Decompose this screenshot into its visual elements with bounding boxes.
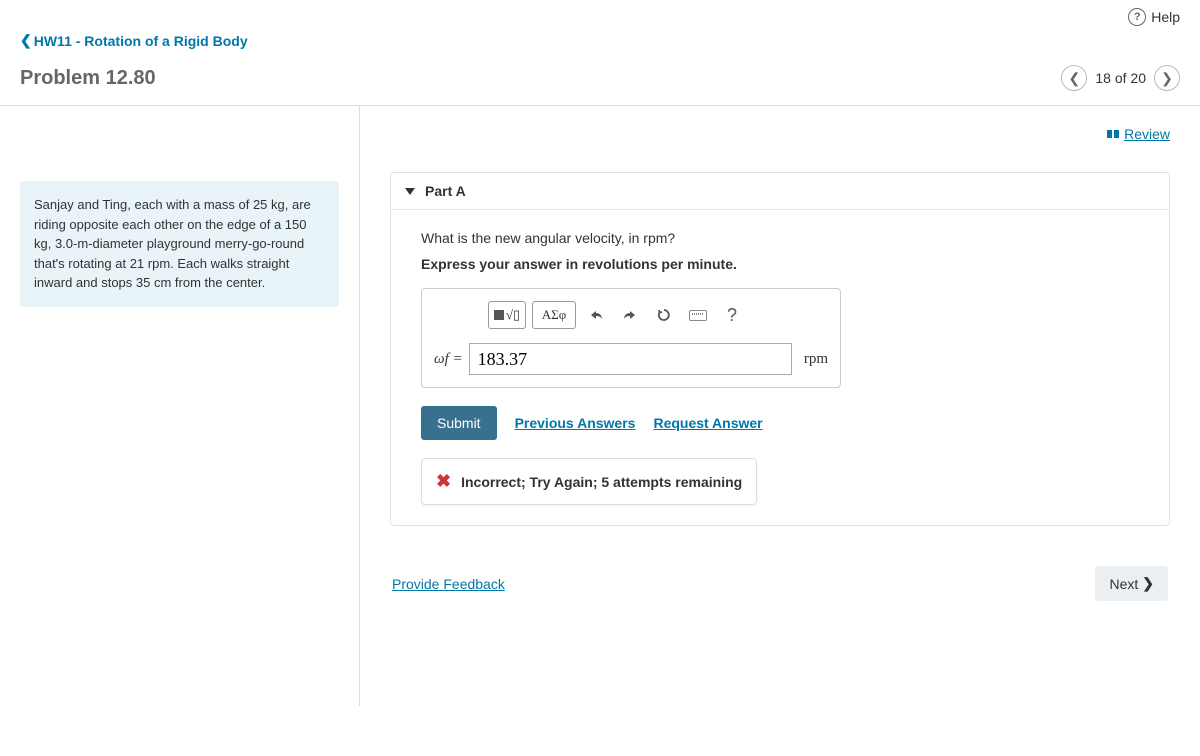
chevron-left-icon: ❮ bbox=[20, 32, 32, 49]
part-title: Part A bbox=[425, 183, 466, 199]
reset-button[interactable] bbox=[650, 301, 678, 329]
incorrect-icon: ✖ bbox=[436, 471, 451, 492]
redo-icon bbox=[622, 308, 638, 322]
problem-statement: Sanjay and Ting, each with a mass of 25 … bbox=[20, 181, 339, 307]
review-label: Review bbox=[1124, 126, 1170, 142]
reset-icon bbox=[656, 307, 672, 323]
answer-box: √▯ ΑΣφ bbox=[421, 288, 841, 388]
help-icon: ? bbox=[1128, 8, 1146, 26]
keyboard-button[interactable] bbox=[684, 301, 712, 329]
chevron-right-icon: ❯ bbox=[1142, 575, 1154, 592]
variable-label: ωf = bbox=[434, 351, 463, 368]
breadcrumb-label: HW11 - Rotation of a Rigid Body bbox=[34, 33, 248, 49]
sqrt-icon: √▯ bbox=[506, 307, 520, 323]
redo-button[interactable] bbox=[616, 301, 644, 329]
review-icon bbox=[1107, 130, 1119, 138]
answer-input[interactable] bbox=[469, 343, 792, 375]
next-button[interactable]: Next ❯ bbox=[1095, 566, 1168, 601]
undo-icon bbox=[588, 308, 604, 322]
greek-tool-button[interactable]: ΑΣφ bbox=[532, 301, 576, 329]
next-page-button[interactable]: ❯ bbox=[1154, 65, 1180, 91]
toolbar-help-button[interactable]: ? bbox=[718, 301, 746, 329]
page-nav: ❮ 18 of 20 ❯ bbox=[1061, 65, 1180, 91]
part-a-container: Part A What is the new angular velocity,… bbox=[390, 172, 1170, 526]
part-header[interactable]: Part A bbox=[391, 173, 1169, 210]
previous-answers-link[interactable]: Previous Answers bbox=[515, 415, 636, 431]
submit-button[interactable]: Submit bbox=[421, 406, 497, 440]
feedback-message: ✖ Incorrect; Try Again; 5 attempts remai… bbox=[421, 458, 757, 505]
help-label: Help bbox=[1151, 9, 1180, 25]
review-link[interactable]: Review bbox=[1107, 126, 1170, 142]
next-label: Next bbox=[1109, 576, 1138, 592]
request-answer-link[interactable]: Request Answer bbox=[653, 415, 762, 431]
collapse-icon bbox=[405, 188, 415, 195]
undo-button[interactable] bbox=[582, 301, 610, 329]
breadcrumb[interactable]: ❮ HW11 - Rotation of a Rigid Body bbox=[20, 32, 1180, 49]
equation-toolbar: √▯ ΑΣφ bbox=[434, 301, 828, 329]
prev-page-button[interactable]: ❮ bbox=[1061, 65, 1087, 91]
rect-icon bbox=[494, 310, 504, 320]
feedback-text: Incorrect; Try Again; 5 attempts remaini… bbox=[461, 474, 742, 490]
instruction-text: Express your answer in revolutions per m… bbox=[421, 256, 1139, 272]
provide-feedback-link[interactable]: Provide Feedback bbox=[392, 576, 505, 592]
keyboard-icon bbox=[689, 310, 707, 321]
template-tool-button[interactable]: √▯ bbox=[488, 301, 526, 329]
page-indicator: 18 of 20 bbox=[1095, 70, 1146, 86]
question-text: What is the new angular velocity, in rpm… bbox=[421, 230, 1139, 246]
page-title: Problem 12.80 bbox=[20, 67, 156, 90]
unit-label: rpm bbox=[798, 351, 828, 368]
help-link[interactable]: ? Help bbox=[1128, 8, 1180, 26]
